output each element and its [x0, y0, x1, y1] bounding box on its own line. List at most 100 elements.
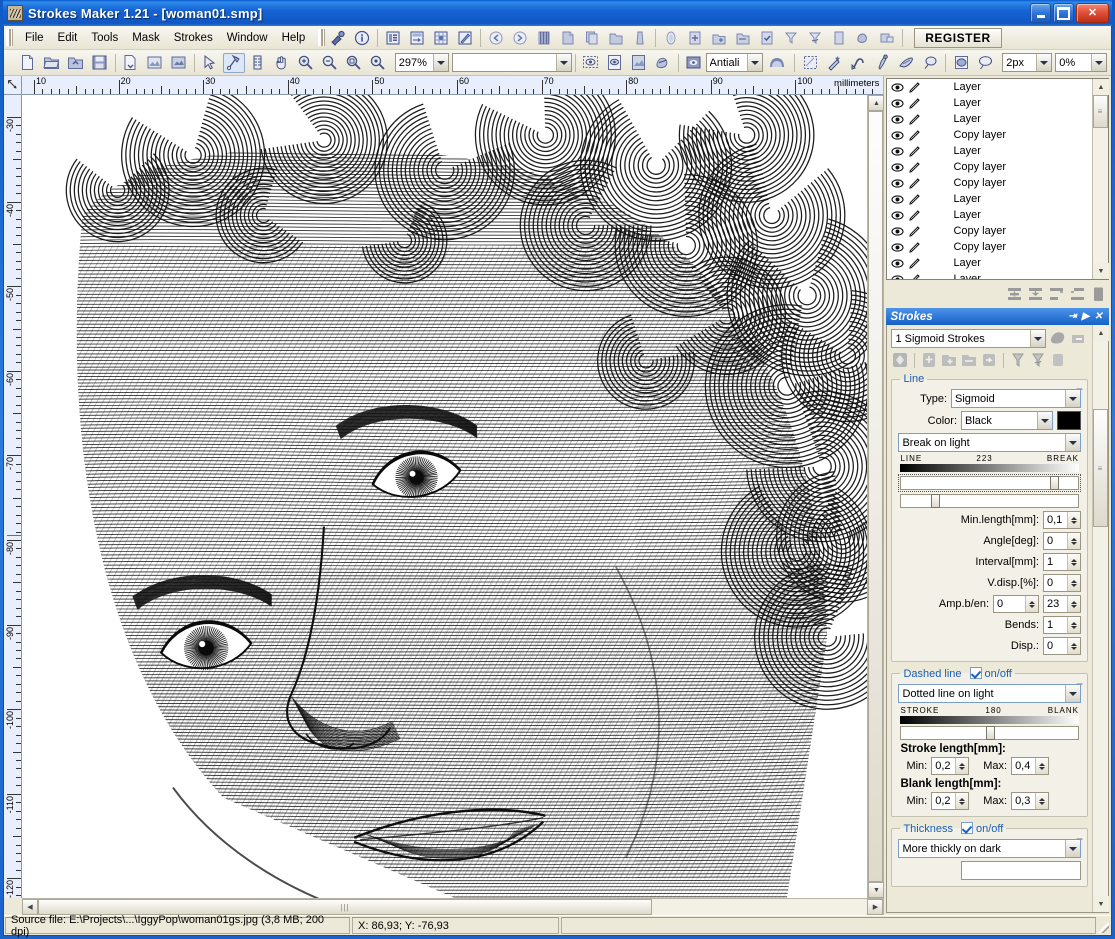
chevron-down-icon-mode[interactable]	[1065, 434, 1080, 451]
fill-shape-icon[interactable]	[950, 53, 972, 73]
dock-icon[interactable]: ⇥	[1066, 310, 1079, 323]
layers-scroll-thumb[interactable]: ≡	[1093, 95, 1108, 128]
pencil-icon[interactable]	[905, 81, 923, 94]
dashed-slider[interactable]	[900, 726, 1079, 740]
chevron-down-icon-4[interactable]	[1036, 54, 1052, 71]
pattern-icon[interactable]	[891, 351, 909, 369]
save-preset-icon[interactable]	[980, 351, 998, 369]
chevron-down-icon-5[interactable]	[1091, 54, 1107, 71]
pencil-icon[interactable]	[905, 193, 923, 206]
dashed-onoff-checkbox[interactable]: on/off	[969, 667, 1012, 680]
chevron-down-icon[interactable]	[432, 54, 448, 71]
line-secondary-slider-knob[interactable]	[931, 494, 941, 508]
play-icon[interactable]: ▶	[1079, 310, 1092, 323]
menu-item-mask[interactable]: Mask	[125, 29, 166, 47]
blank-min-spinner[interactable]: 0,2	[931, 792, 970, 810]
artwork-engraved-portrait[interactable]	[22, 95, 868, 898]
splatter-icon[interactable]	[852, 28, 874, 48]
shape-icon[interactable]	[629, 28, 651, 48]
stroke-min-stepper[interactable]	[955, 758, 969, 774]
amp-end-stepper[interactable]	[1067, 596, 1080, 612]
layer-row[interactable]: Layer	[887, 79, 1092, 95]
eye-icon[interactable]	[890, 194, 905, 205]
vscroll-track[interactable]	[868, 111, 884, 882]
new-doc-icon[interactable]	[17, 53, 39, 73]
pencil-icon[interactable]	[905, 145, 923, 158]
lasso-icon[interactable]	[974, 53, 996, 73]
open-folder-icon[interactable]	[41, 53, 63, 73]
scroll-up-button[interactable]: ▲	[868, 95, 885, 111]
menu-item-help[interactable]: Help	[275, 29, 313, 47]
eye-icon[interactable]	[890, 242, 905, 253]
duplicate-layer-icon[interactable]	[708, 28, 730, 48]
antialias-icon[interactable]	[683, 53, 705, 73]
line-break-slider-knob[interactable]	[1049, 476, 1059, 490]
strokes-scroll-track[interactable]: ≡	[1093, 341, 1108, 896]
blank-min-stepper[interactable]	[955, 793, 969, 809]
horizontal-ruler[interactable]: 10 20 30 40 50 60 70 80 90 100 millimeters	[22, 76, 884, 95]
preview-strokes-icon[interactable]	[652, 53, 674, 73]
pencil-icon[interactable]	[905, 177, 923, 190]
layers-scroll-up-button[interactable]: ▲	[1093, 79, 1109, 95]
group-layer-icon[interactable]	[732, 28, 754, 48]
color-swatch[interactable]	[1057, 411, 1081, 430]
chevron-down-icon-2[interactable]	[555, 54, 571, 71]
register-button[interactable]: REGISTER	[914, 27, 1002, 48]
chevron-down-icon-type[interactable]	[1065, 390, 1080, 407]
bends-stepper[interactable]	[1067, 617, 1080, 633]
magic-wand-icon[interactable]	[823, 53, 845, 73]
brush-help-icon[interactable]	[327, 28, 349, 48]
eraser-mask-icon[interactable]	[895, 53, 917, 73]
disp-stepper[interactable]	[1067, 638, 1080, 654]
folder-doc-icon[interactable]	[605, 28, 627, 48]
edit-panel-icon[interactable]	[454, 28, 476, 48]
filter-a-icon[interactable]	[1009, 351, 1027, 369]
info-icon[interactable]	[351, 28, 373, 48]
zoom-in-icon[interactable]	[295, 53, 317, 73]
layer-row[interactable]: Layer	[887, 207, 1092, 223]
mask-rect-icon[interactable]	[799, 53, 821, 73]
angle-spinner[interactable]: 0	[1043, 532, 1081, 550]
strokes-panel-scrollbar[interactable]: ▲ ≡ ▼	[1092, 325, 1109, 912]
align-distribute-icon[interactable]	[1068, 285, 1086, 303]
redo-arrow-icon[interactable]	[509, 28, 531, 48]
antialias-combo[interactable]: Antiali	[705, 53, 764, 72]
pencil-icon[interactable]	[905, 97, 923, 110]
layers-scroll-down-button[interactable]: ▼	[1093, 263, 1109, 279]
delete-layer-icon[interactable]	[1089, 285, 1107, 303]
open-recent-icon[interactable]	[65, 53, 87, 73]
line-color-combo[interactable]: Black	[961, 411, 1053, 430]
amp-begin-stepper[interactable]	[1025, 596, 1038, 612]
align-middle-icon[interactable]	[1026, 285, 1044, 303]
canvas-viewport[interactable]	[22, 95, 868, 898]
image-import-icon[interactable]	[168, 53, 190, 73]
pencil-icon[interactable]	[905, 257, 923, 270]
layers-list[interactable]: Layer Layer Layer Copy layer Layer Copy layer…	[887, 79, 1092, 279]
remove-strokes-icon[interactable]	[1070, 330, 1088, 348]
close-icon[interactable]: ✕	[1092, 310, 1105, 323]
page-peel-icon[interactable]	[557, 28, 579, 48]
hscroll-thumb[interactable]: |||	[38, 899, 652, 915]
eye-icon[interactable]	[890, 98, 905, 109]
bends-spinner[interactable]: 1	[1043, 616, 1081, 634]
hatch-preview-icon[interactable]	[533, 28, 555, 48]
lasso-mask-icon[interactable]	[919, 53, 941, 73]
layer-row[interactable]: Layer	[887, 95, 1092, 111]
eye-icon[interactable]	[890, 130, 905, 141]
stroke-max-stepper[interactable]	[1035, 758, 1049, 774]
opacity-combo[interactable]: 0%	[1055, 53, 1108, 72]
portrait-preview-icon[interactable]	[764, 53, 790, 73]
pencil-icon[interactable]	[905, 129, 923, 142]
menu-item-window[interactable]: Window	[220, 29, 275, 47]
stroke-min-spinner[interactable]: 0,2	[931, 757, 970, 775]
eye-icon[interactable]	[890, 114, 905, 125]
eye-icon[interactable]	[890, 146, 905, 157]
layer-row[interactable]: Layer	[887, 271, 1092, 279]
thickness-partial-field[interactable]	[961, 861, 1081, 880]
align-top-icon[interactable]	[1005, 285, 1023, 303]
thickness-onoff-box[interactable]	[960, 822, 973, 834]
vdisp-spinner[interactable]: 0	[1043, 574, 1081, 592]
copy-doc-icon[interactable]	[581, 28, 603, 48]
image-export-icon[interactable]	[144, 53, 166, 73]
toolbar-grip-2[interactable]	[318, 29, 326, 46]
